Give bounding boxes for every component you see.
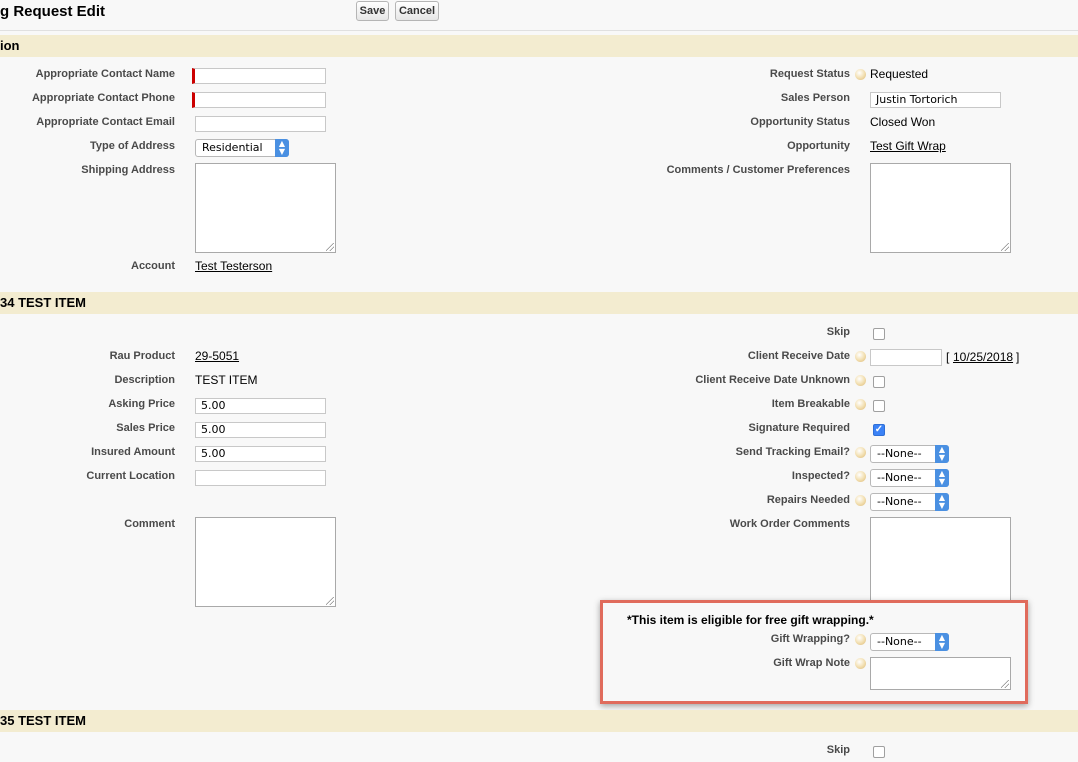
skip-label: Skip bbox=[826, 744, 850, 756]
client-receive-date-input[interactable] bbox=[870, 349, 942, 366]
description-label: Description bbox=[114, 374, 175, 386]
resize-grip-icon[interactable] bbox=[326, 243, 334, 251]
skip-checkbox[interactable] bbox=[873, 328, 885, 340]
skip-label: Skip bbox=[826, 326, 850, 338]
insured-amount-input[interactable]: 5.00 bbox=[195, 446, 326, 462]
help-bubble-icon[interactable] bbox=[855, 447, 866, 458]
section-header-information: ion bbox=[0, 35, 1078, 57]
repairs-needed-value: --None-- bbox=[877, 495, 922, 508]
inspected-select[interactable]: --None-- ▲ ▼ bbox=[870, 469, 949, 487]
select-arrows-icon: ▲ ▼ bbox=[935, 469, 949, 487]
repairs-needed-label: Repairs Needed bbox=[766, 494, 850, 506]
select-arrows-icon: ▲ ▼ bbox=[935, 445, 949, 463]
help-bubble-icon[interactable] bbox=[855, 375, 866, 386]
address-type-label: Type of Address bbox=[90, 140, 175, 152]
comments-label: Comments / Customer Preferences bbox=[666, 164, 850, 176]
inspected-value: --None-- bbox=[877, 471, 922, 484]
date-bracket-open: [ bbox=[946, 350, 950, 364]
item-breakable-label: Item Breakable bbox=[771, 398, 850, 410]
product-label: Rau Product bbox=[109, 350, 175, 362]
help-bubble-icon[interactable] bbox=[855, 495, 866, 506]
section-header-item-35: 35 TEST ITEM bbox=[0, 710, 1078, 732]
gift-wrap-note-label: Gift Wrap Note bbox=[773, 657, 850, 669]
item-breakable-checkbox[interactable] bbox=[873, 400, 885, 412]
date-bracket-close: ] bbox=[1016, 350, 1020, 364]
save-button[interactable]: Save bbox=[356, 1, 389, 21]
client-receive-date-today-link[interactable]: 10/25/2018 bbox=[953, 350, 1013, 364]
contact-email-label: Appropriate Contact Email bbox=[36, 116, 175, 128]
gift-wrapping-label: Gift Wrapping? bbox=[770, 633, 850, 645]
help-bubble-icon[interactable] bbox=[855, 634, 866, 645]
asking-price-input[interactable]: 5.00 bbox=[195, 398, 326, 414]
skip-checkbox[interactable] bbox=[873, 746, 885, 758]
gift-wrap-note-textarea[interactable] bbox=[870, 657, 1011, 690]
account-label: Account bbox=[131, 260, 175, 272]
help-bubble-icon[interactable] bbox=[855, 69, 866, 80]
section-header-item-34: 34 TEST ITEM bbox=[0, 292, 1078, 314]
sales-person-label: Sales Person bbox=[780, 92, 850, 104]
repairs-needed-select[interactable]: --None-- ▲ ▼ bbox=[870, 493, 949, 511]
page-title: g Request Edit bbox=[0, 3, 106, 20]
comment-label: Comment bbox=[124, 518, 175, 530]
opportunity-link[interactable]: Test Gift Wrap bbox=[870, 139, 946, 153]
send-tracking-value: --None-- bbox=[877, 447, 922, 460]
address-type-select[interactable]: Residential ▲ ▼ bbox=[195, 139, 289, 157]
asking-price-label: Asking Price bbox=[108, 398, 175, 410]
contact-name-label: Appropriate Contact Name bbox=[35, 68, 175, 80]
sales-person-input[interactable]: Justin Tortorich bbox=[870, 92, 1001, 108]
select-arrows-icon: ▲ ▼ bbox=[275, 139, 289, 157]
contact-phone-input[interactable] bbox=[192, 92, 326, 108]
signature-required-checkbox[interactable]: ✓ bbox=[873, 424, 885, 436]
insured-amount-label: Insured Amount bbox=[91, 446, 175, 458]
account-link[interactable]: Test Testerson bbox=[195, 259, 272, 273]
request-status-value: Requested bbox=[870, 67, 929, 81]
work-order-comments-textarea[interactable] bbox=[870, 517, 1011, 607]
client-receive-unknown-checkbox[interactable] bbox=[873, 376, 885, 388]
signature-required-label: Signature Required bbox=[748, 422, 850, 434]
help-bubble-icon[interactable] bbox=[855, 399, 866, 410]
gift-wrapping-value: --None-- bbox=[877, 635, 922, 648]
select-arrows-icon: ▲ ▼ bbox=[935, 493, 949, 511]
address-type-value: Residential bbox=[202, 141, 263, 154]
shipping-address-label: Shipping Address bbox=[81, 164, 175, 176]
checkmark-icon: ✓ bbox=[874, 424, 884, 435]
header-divider bbox=[0, 30, 1078, 31]
resize-grip-icon[interactable] bbox=[1001, 243, 1009, 251]
send-tracking-select[interactable]: --None-- ▲ ▼ bbox=[870, 445, 949, 463]
client-receive-unknown-label: Client Receive Date Unknown bbox=[695, 374, 850, 386]
shipping-address-textarea[interactable] bbox=[195, 163, 336, 253]
opportunity-status-value: Closed Won bbox=[870, 115, 936, 129]
current-location-input[interactable] bbox=[195, 470, 326, 486]
sales-price-label: Sales Price bbox=[116, 422, 175, 434]
send-tracking-label: Send Tracking Email? bbox=[735, 446, 850, 458]
inspected-label: Inspected? bbox=[791, 470, 850, 482]
work-order-comments-label: Work Order Comments bbox=[729, 518, 850, 530]
request-status-label: Request Status bbox=[769, 68, 850, 80]
comment-textarea[interactable] bbox=[195, 517, 336, 607]
product-link[interactable]: 29-5051 bbox=[195, 349, 239, 363]
contact-phone-label: Appropriate Contact Phone bbox=[31, 92, 175, 104]
comments-textarea[interactable] bbox=[870, 163, 1011, 253]
sales-price-input[interactable]: 5.00 bbox=[195, 422, 326, 438]
help-bubble-icon[interactable] bbox=[855, 351, 866, 362]
current-location-label: Current Location bbox=[86, 470, 175, 482]
contact-email-input[interactable] bbox=[195, 116, 326, 132]
opportunity-label: Opportunity bbox=[787, 140, 850, 152]
gift-wrapping-select[interactable]: --None-- ▲ ▼ bbox=[870, 633, 949, 651]
contact-name-input[interactable] bbox=[192, 68, 326, 84]
gift-wrap-notice: *This item is eligible for free gift wra… bbox=[627, 613, 874, 627]
resize-grip-icon[interactable] bbox=[326, 597, 334, 605]
resize-grip-icon[interactable] bbox=[1001, 680, 1009, 688]
cancel-button[interactable]: Cancel bbox=[395, 1, 439, 21]
description-value: TEST ITEM bbox=[195, 373, 258, 387]
opportunity-status-label: Opportunity Status bbox=[750, 116, 850, 128]
help-bubble-icon[interactable] bbox=[855, 471, 866, 482]
help-bubble-icon[interactable] bbox=[855, 658, 866, 669]
client-receive-date-label: Client Receive Date bbox=[747, 350, 850, 362]
select-arrows-icon: ▲ ▼ bbox=[935, 633, 949, 651]
